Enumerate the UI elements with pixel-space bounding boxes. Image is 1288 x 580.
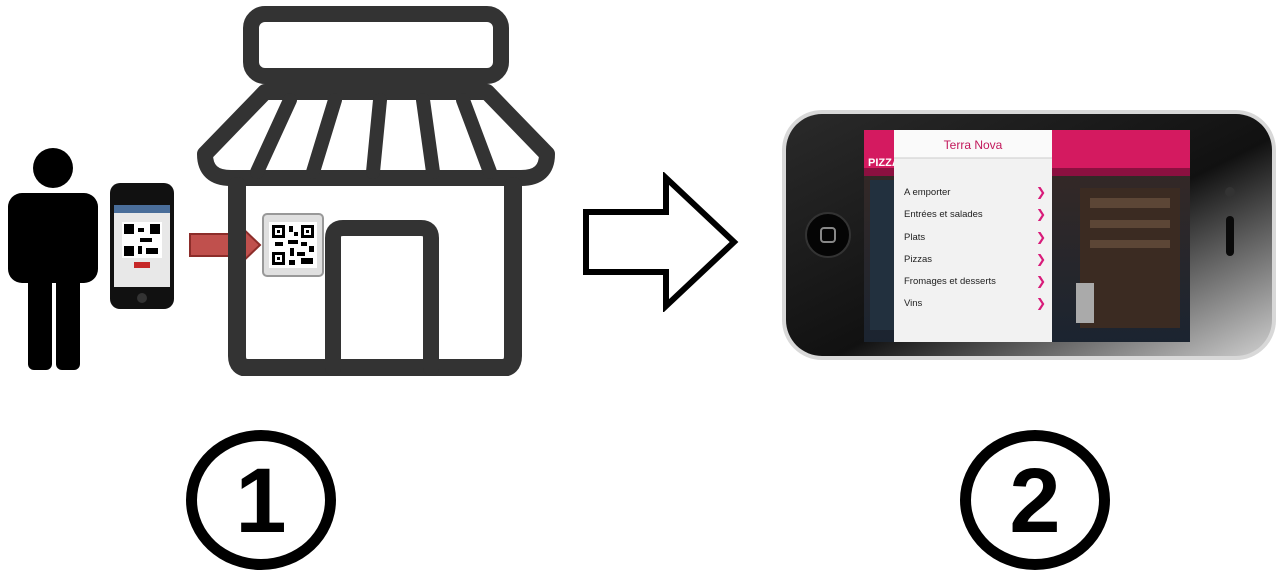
- scanner-phone-icon: [110, 183, 174, 309]
- chevron-right-icon: ❯: [1036, 230, 1046, 244]
- app-title: Terra Nova: [944, 138, 1003, 152]
- chevron-right-icon: ❯: [1036, 296, 1046, 310]
- chevron-right-icon: ❯: [1036, 207, 1046, 221]
- menu-item-label: Entrées et salades: [904, 209, 983, 220]
- menu-item-label: A emporter: [904, 187, 950, 198]
- menu-item-label: Vins: [904, 298, 923, 309]
- flow-arrow-icon: [583, 172, 739, 312]
- step-one-number: 1: [235, 450, 287, 552]
- chevron-right-icon: ❯: [1036, 185, 1046, 199]
- chevron-right-icon: ❯: [1036, 274, 1046, 288]
- menu-phone-icon: PIZZA Terra Nova A emporter ❯ Entrées et…: [782, 110, 1276, 360]
- person-icon: [8, 148, 98, 370]
- store-icon: [197, 6, 555, 376]
- step-two-number: 2: [1009, 450, 1061, 552]
- step-two-badge: 2: [960, 430, 1110, 570]
- chevron-right-icon: ❯: [1036, 252, 1046, 266]
- menu-item-label: Plats: [904, 232, 925, 243]
- step-one-badge: 1: [186, 430, 336, 570]
- menu-item-label: Fromages et desserts: [904, 276, 996, 287]
- qr-code-icon: [262, 213, 324, 277]
- menu-item-label: Pizzas: [904, 254, 932, 265]
